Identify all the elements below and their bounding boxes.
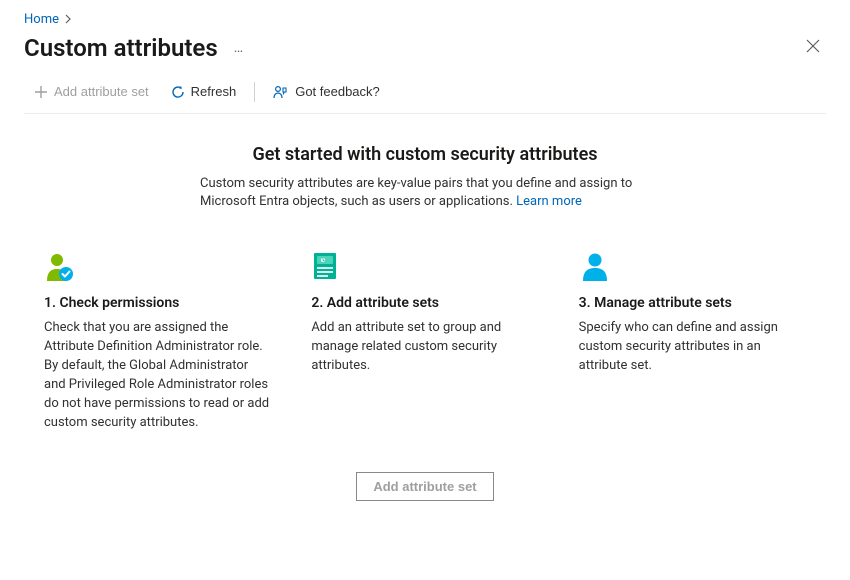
feedback-label: Got feedback? xyxy=(295,84,380,99)
step-2-body: Add an attribute set to group and manage… xyxy=(311,319,538,376)
step-check-permissions: 1. Check permissions Check that you are … xyxy=(44,251,271,432)
refresh-label: Refresh xyxy=(191,84,237,99)
learn-more-link[interactable]: Learn more xyxy=(516,194,582,209)
step-manage-attribute-sets: 3. Manage attribute sets Specify who can… xyxy=(579,251,806,432)
plus-icon xyxy=(34,85,48,99)
intro-heading: Get started with custom security attribu… xyxy=(200,144,650,165)
refresh-icon xyxy=(171,85,185,99)
breadcrumb: Home xyxy=(24,12,826,27)
chevron-right-icon xyxy=(65,13,73,27)
cta-row: Add attribute set xyxy=(44,472,806,501)
close-button[interactable] xyxy=(800,33,826,62)
steps-row: 1. Check permissions Check that you are … xyxy=(44,251,806,432)
permissions-person-icon xyxy=(44,251,76,283)
cta-add-attribute-set-button: Add attribute set xyxy=(356,472,493,501)
manage-person-icon xyxy=(579,251,611,283)
page-title: Custom attributes xyxy=(24,34,218,62)
step-2-title: 2. Add attribute sets xyxy=(311,295,538,311)
step-1-title: 1. Check permissions xyxy=(44,295,271,311)
feedback-person-icon xyxy=(273,85,289,99)
add-attribute-set-button: Add attribute set xyxy=(24,80,159,103)
step-3-title: 3. Manage attribute sets xyxy=(579,295,806,311)
toolbar-separator xyxy=(254,82,255,102)
page-root: Home Custom attributes … Add attribute s… xyxy=(0,0,850,580)
content-area: Get started with custom security attribu… xyxy=(24,114,826,580)
step-add-attribute-sets: 2. Add attribute sets Add an attribute s… xyxy=(311,251,538,432)
title-row: Custom attributes … xyxy=(24,33,826,62)
add-attribute-set-label: Add attribute set xyxy=(54,84,149,99)
step-1-body: Check that you are assigned the Attribut… xyxy=(44,319,271,432)
command-bar: Add attribute set Refresh Got feedback? xyxy=(24,80,826,114)
intro-block: Get started with custom security attribu… xyxy=(200,144,650,211)
title-left: Custom attributes … xyxy=(24,34,248,62)
more-actions-button[interactable]: … xyxy=(230,36,248,60)
attribute-set-document-icon xyxy=(311,251,343,283)
breadcrumb-home-link[interactable]: Home xyxy=(24,12,59,27)
intro-body: Custom security attributes are key-value… xyxy=(200,175,650,211)
refresh-button[interactable]: Refresh xyxy=(161,80,247,103)
feedback-button[interactable]: Got feedback? xyxy=(263,80,390,103)
step-3-body: Specify who can define and assign custom… xyxy=(579,319,806,376)
